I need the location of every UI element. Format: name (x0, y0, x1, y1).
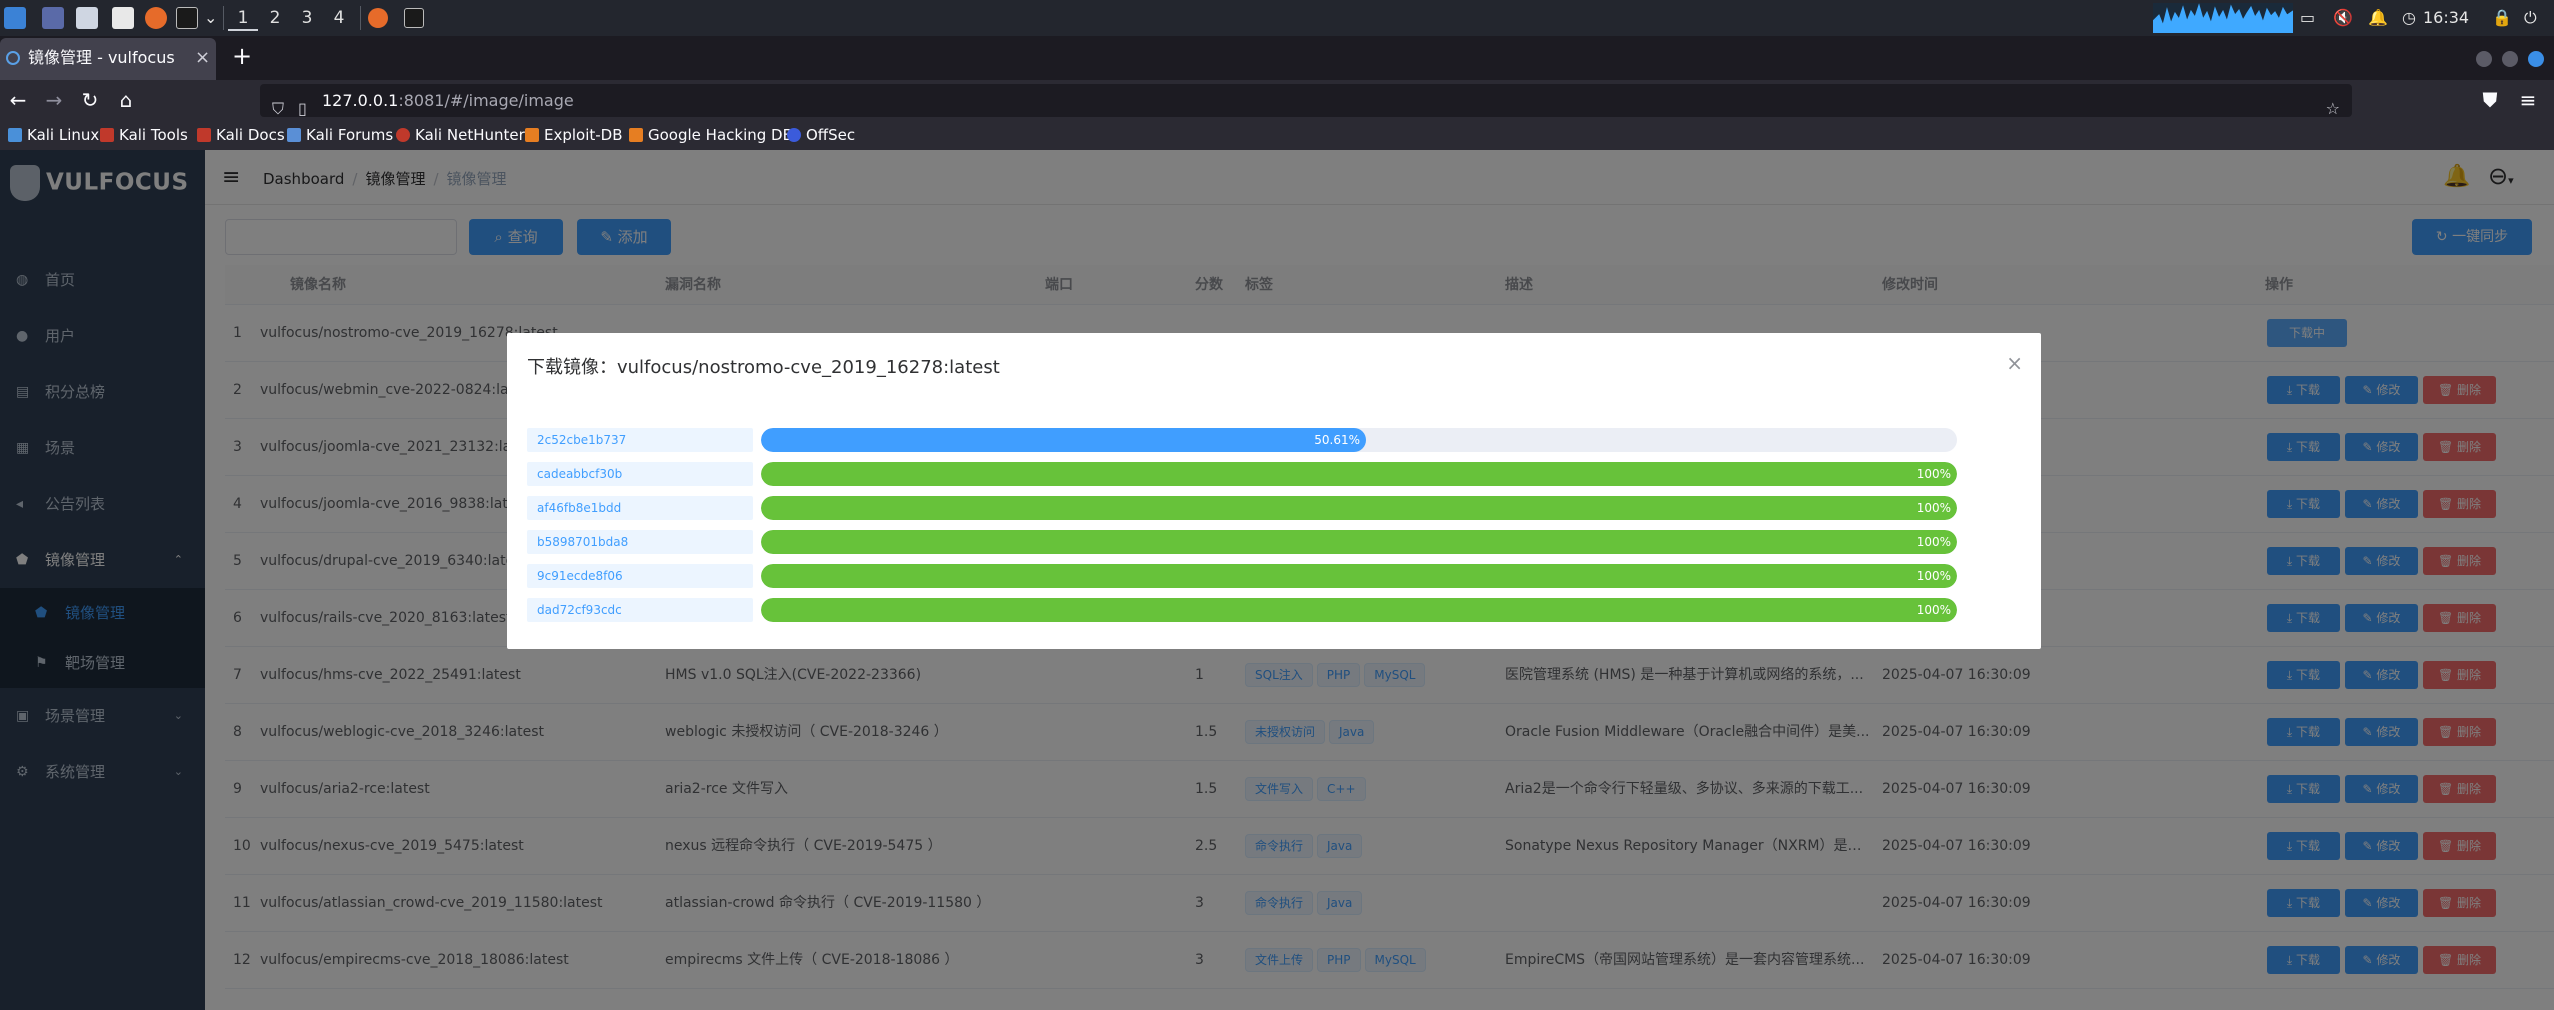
progress-label: 100% (1916, 535, 1951, 549)
progress-label: 100% (1916, 501, 1951, 515)
home-button[interactable]: ⌂ (114, 88, 138, 112)
tab-vulfocus[interactable]: 镜像管理 - vulfocus × (0, 38, 216, 80)
layer-id: 9c91ecde8f06 (527, 564, 753, 588)
pocket-icon[interactable]: ⛊ (2478, 88, 2502, 112)
layer-id: af46fb8e1bdd (527, 496, 753, 520)
workspace-4[interactable]: 4 (324, 5, 354, 31)
tab-strip: 镜像管理 - vulfocus × + (0, 36, 2554, 80)
progress-fill (761, 530, 1957, 554)
navigation-toolbar: ← → ↻ ⌂ ⛉ ▯ 127.0.0.1:8081/#/image/image… (0, 80, 2554, 122)
page-icon[interactable]: ▯ (298, 92, 307, 125)
tracking-shield-icon[interactable]: ⛉ (272, 92, 284, 125)
workspace-2[interactable]: 2 (260, 5, 290, 31)
close-icon[interactable]: × (195, 38, 210, 78)
workspace-3[interactable]: 3 (292, 5, 322, 31)
progress-track: 50.61% (761, 428, 1957, 452)
bookmark-kali-nethunter[interactable]: Kali NetHunter (396, 126, 525, 144)
workspace-1[interactable]: 1 (228, 5, 258, 31)
terminal-icon[interactable] (176, 7, 198, 29)
layer-id: dad72cf93cdc (527, 598, 753, 622)
firefox-icon[interactable] (145, 7, 167, 29)
panel-separator (223, 6, 224, 30)
bookmark-offsec[interactable]: OffSec (787, 126, 855, 144)
bookmark-star-icon[interactable]: ☆ (2326, 92, 2340, 125)
desktop-icon[interactable] (42, 7, 64, 29)
file-manager-icon[interactable] (76, 7, 98, 29)
vulfocus-favicon-icon (6, 51, 20, 65)
progress-track: 100% (761, 462, 1957, 486)
bookmark-kali-linux[interactable]: Kali Linux (8, 126, 99, 144)
url-bar[interactable]: ⛉ ▯ 127.0.0.1:8081/#/image/image ☆ (260, 84, 2352, 118)
download-image-dialog: 下载镜像：vulfocus/nostromo-cve_2019_16278:la… (507, 333, 2041, 649)
clock-icon: ◷ (2402, 8, 2416, 27)
progress-track: 100% (761, 564, 1957, 588)
system-panel: ⌄ 1 2 3 4 ▭ 🔇 🔔 ◷ 16:34 🔒 ⏻ (0, 0, 2554, 36)
kali-menu-icon[interactable] (4, 7, 26, 29)
kali-icon (8, 128, 22, 142)
terminal-window-icon[interactable] (404, 8, 424, 28)
firefox-window-icon[interactable] (368, 8, 388, 28)
layer-progress-row: 9c91ecde8f06 100% (527, 564, 1967, 588)
power-icon[interactable]: ⏻ (2524, 8, 2537, 28)
text-editor-icon[interactable] (112, 7, 134, 29)
layer-progress-row: cadeabbcf30b 100% (527, 462, 1967, 486)
menu-icon[interactable]: ≡ (2516, 88, 2540, 112)
mute-icon[interactable]: 🔇 (2333, 8, 2353, 28)
bookmark-kali-forums[interactable]: Kali Forums (287, 126, 393, 144)
panel-separator (360, 6, 361, 30)
kali-docs-icon (197, 128, 211, 142)
progress-track: 100% (761, 598, 1957, 622)
progress-label: 50.61% (1314, 433, 1360, 447)
close-icon[interactable]: × (2006, 351, 2023, 375)
dialog-title: 下载镜像：vulfocus/nostromo-cve_2019_16278:la… (527, 357, 1000, 378)
kali-tools-icon (100, 128, 114, 142)
nethunter-icon (396, 128, 410, 142)
offsec-icon (787, 128, 801, 142)
layer-id: b5898701bda8 (527, 530, 753, 554)
network-graph-icon (2153, 3, 2293, 33)
forward-button[interactable]: → (42, 88, 66, 112)
tab-title: 镜像管理 - vulfocus (28, 48, 175, 67)
notification-icon[interactable]: 🔔 (2368, 8, 2388, 28)
progress-fill (761, 564, 1957, 588)
progress-fill (761, 598, 1957, 622)
exploit-db-icon (525, 128, 539, 142)
progress-label: 100% (1916, 569, 1951, 583)
progress-track: 100% (761, 496, 1957, 520)
layer-id: 2c52cbe1b737 (527, 428, 753, 452)
progress-fill (761, 462, 1957, 486)
lock-icon[interactable]: 🔒 (2492, 8, 2512, 28)
kali-forums-icon (287, 128, 301, 142)
maximize-button[interactable] (2502, 51, 2518, 67)
url-path: :8081/#/image/image (398, 91, 574, 110)
display-icon[interactable]: ▭ (2300, 8, 2315, 28)
layer-progress-row: 2c52cbe1b737 50.61% (527, 428, 1967, 452)
bookmark-exploit-db[interactable]: Exploit-DB (525, 126, 623, 144)
ghdb-icon (629, 128, 643, 142)
bookmark-google-hacking-db[interactable]: Google Hacking DB (629, 126, 793, 144)
reload-button[interactable]: ↻ (78, 88, 102, 112)
progress-fill (761, 496, 1957, 520)
progress-track: 100% (761, 530, 1957, 554)
back-button[interactable]: ← (6, 88, 30, 112)
bookmark-kali-tools[interactable]: Kali Tools (100, 126, 188, 144)
clock-text[interactable]: 16:34 (2423, 8, 2469, 28)
chevron-down-icon[interactable]: ⌄ (204, 8, 217, 28)
progress-label: 100% (1916, 603, 1951, 617)
url-host: 127.0.0.1 (322, 91, 399, 110)
new-tab-button[interactable]: + (232, 42, 252, 70)
layer-progress-row: b5898701bda8 100% (527, 530, 1967, 554)
progress-fill (761, 428, 1366, 452)
layer-progress-row: dad72cf93cdc 100% (527, 598, 1967, 622)
minimize-button[interactable] (2476, 51, 2492, 67)
layer-id: cadeabbcf30b (527, 462, 753, 486)
progress-label: 100% (1916, 467, 1951, 481)
bookmark-kali-docs[interactable]: Kali Docs (197, 126, 285, 144)
close-window-button[interactable] (2528, 51, 2544, 67)
layer-progress-row: af46fb8e1bdd 100% (527, 496, 1967, 520)
bookmarks-bar: Kali Linux Kali Tools Kali Docs Kali For… (0, 122, 2554, 150)
